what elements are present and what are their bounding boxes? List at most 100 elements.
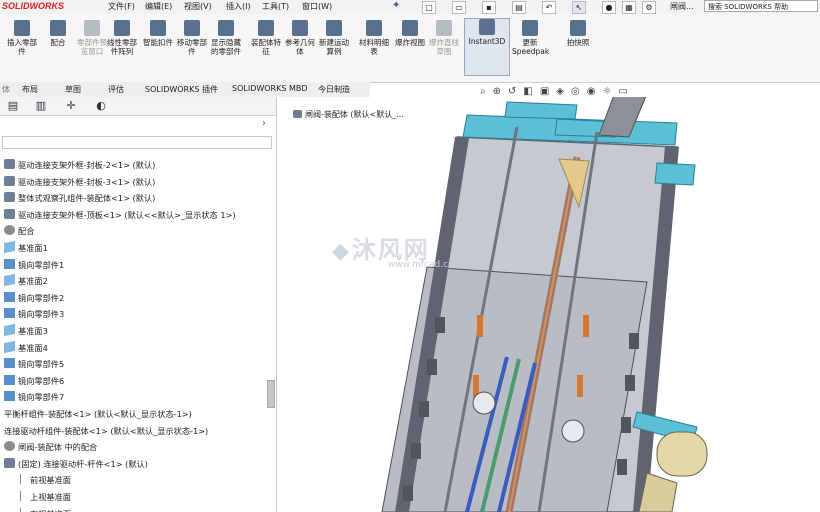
ribbon-button-13[interactable]: Instant3D (464, 18, 510, 76)
tab-layout[interactable]: 布局 (22, 84, 38, 95)
display-style-icon[interactable]: ◈ (556, 86, 564, 97)
ribbon-button-5[interactable]: 移动零部件 (174, 20, 210, 56)
tree-item[interactable]: 镜向零部件2 (4, 290, 64, 306)
tree-item[interactable]: (固定) 连接驱动杆-杆件<1> (默认) (4, 456, 148, 472)
ribbon-button-14[interactable]: 更新Speedpak (512, 20, 549, 56)
tree-item-label: 镜向零部件5 (18, 359, 65, 370)
ribbon-button-0[interactable]: 插入零部件 (4, 20, 40, 56)
ribbon-button-label: 拍快照 (566, 38, 590, 47)
tree-item[interactable]: 基准面1 (4, 240, 48, 256)
menu-insert[interactable]: 插入(I) (226, 1, 251, 12)
command-manager: 插入零部件 配合 零部件预览窗口 线性零部件阵列 智能扣件 移动零部件 显示隐藏的零部件 装配… (0, 14, 820, 83)
configuration-manager-icon[interactable]: ✛ (64, 99, 78, 113)
ribbon-button-11[interactable]: 爆炸视图 (392, 20, 428, 47)
graphics-breadcrumb[interactable]: 闸阀-装配体 (默认<默认_... (293, 109, 404, 120)
tree-scrollbar[interactable] (266, 212, 276, 512)
new-document-icon[interactable]: □ (422, 1, 436, 14)
tree-item[interactable]: 配合 (4, 223, 34, 239)
ribbon-button-9[interactable]: 新建运动算例 (316, 20, 352, 56)
ribbon-button-6[interactable]: 显示隐藏的零部件 (208, 20, 244, 56)
display-manager-icon[interactable]: ◐ (94, 99, 108, 113)
ribbon-button-3[interactable]: 线性零部件阵列 (104, 20, 140, 56)
ribbon-button-12[interactable]: 爆炸直线草图 (426, 20, 462, 56)
scrollbar-thumb[interactable] (267, 380, 275, 408)
heads-up-toolbar: ⌕ ⊕ ↺ ◧ ▣ ◈ ◎ ◉ ☼ ▭ (480, 86, 635, 100)
ribbon-button-label: 线性零部件阵列 (107, 38, 137, 56)
tree-item[interactable]: 上视基准面 (20, 489, 71, 505)
help-search-input[interactable]: 搜索 SOLIDWORKS 帮助 (704, 0, 818, 12)
appearance-icon[interactable]: ◉ (587, 86, 596, 97)
ribbon-command-icon (184, 20, 200, 36)
options-gear-icon[interactable]: ⚙ (642, 1, 656, 14)
tree-item-label: 基准面3 (18, 326, 48, 336)
observation-hole-right (561, 419, 585, 443)
view-orientation-icon[interactable]: ▣ (540, 86, 549, 97)
file-properties-icon[interactable]: ▦ (622, 1, 636, 14)
tree-item[interactable]: 基准面2 (4, 273, 48, 289)
ribbon-button-1[interactable]: 配合 (40, 20, 76, 47)
undo-icon[interactable]: ↶ (542, 1, 556, 14)
ribbon-button-15[interactable]: 拍快照 (560, 20, 596, 47)
tab-evaluate[interactable]: 评估 (108, 84, 124, 95)
tab-mbd[interactable]: SOLIDWORKS MBD (232, 84, 308, 93)
ribbon-command-icon (50, 20, 66, 36)
tree-item[interactable]: 平衡杆组件-装配体<1> (默认<默认_显示状态-1>) (4, 406, 192, 422)
tree-item[interactable]: 驱动连接支架外框-封板-3<1> (默认) (4, 174, 155, 190)
select-pointer-icon[interactable]: ↖ (572, 1, 586, 14)
tree-item[interactable]: 镜向零部件6 (4, 373, 64, 389)
tree-item-label: 闸阀-装配体 中的配合 (18, 442, 98, 453)
tree-item-label: 基准面4 (18, 342, 48, 353)
tree-item[interactable]: 镜向零部件1 (4, 257, 64, 273)
view-settings-icon[interactable]: ▭ (618, 86, 627, 97)
tree-filter-input[interactable] (2, 136, 272, 149)
save-icon[interactable]: ▪ (482, 1, 496, 14)
menu-edit[interactable]: 编辑(E) (145, 1, 172, 12)
zoom-to-fit-icon[interactable]: ⌕ (480, 86, 486, 97)
ribbon-button-label: 配合 (50, 38, 66, 47)
reference-plane-icon (20, 507, 27, 512)
reference-plane-icon (20, 474, 27, 485)
section-view-icon[interactable]: ◧ (523, 86, 532, 97)
tab-today-manufacturing[interactable]: 今日制造 (318, 84, 350, 95)
tree-item[interactable]: 整体式观察孔组件-装配体<1> (默认) (4, 190, 155, 206)
mirror-component-icon (4, 291, 15, 302)
property-manager-icon[interactable]: ▥ (34, 99, 48, 113)
graphics-area[interactable]: 闸阀-装配体 (默认<默认_... ⌕ ⊕ ↺ ◧ ▣ ◈ ◎ ◉ ☼ ▭ ◆ 沐风网 www.m… (277, 86, 820, 512)
pin-icon[interactable]: ✦ (392, 0, 400, 11)
feature-manager-icon[interactable]: ▤ (6, 99, 20, 113)
tree-item[interactable]: 基准面4 (4, 340, 48, 356)
print-icon[interactable]: ▤ (512, 1, 526, 14)
menu-window[interactable]: 窗口(W) (302, 1, 332, 12)
tree-item[interactable]: 镜向零部件5 (4, 356, 64, 372)
zoom-area-icon[interactable]: ⊕ (493, 86, 501, 97)
tree-item[interactable]: 右视基准面 (20, 506, 71, 512)
tree-item[interactable]: 闸阀-装配体 中的配合 (4, 439, 97, 455)
ribbon-button-10[interactable]: 材料明细表 (356, 20, 392, 56)
menu-tools[interactable]: 工具(T) (262, 1, 289, 12)
mirror-component-icon (4, 258, 15, 269)
previous-view-icon[interactable]: ↺ (508, 86, 516, 97)
tree-item[interactable]: 镜向零部件3 (4, 306, 64, 322)
watermark-logo-icon: ◆ (332, 239, 349, 264)
plane-icon (4, 340, 15, 353)
panel-expand-arrow-icon[interactable]: › (262, 118, 266, 129)
ribbon-button-4[interactable]: 智能扣件 (140, 20, 176, 47)
ribbon-command-icon (258, 20, 274, 36)
open-document-icon[interactable]: ▭ (452, 1, 466, 14)
tree-item[interactable]: 驱动连接支架外框-顶板<1> (默认<<默认>_显示状态 1>) (4, 207, 236, 223)
tree-item[interactable]: 基准面3 (4, 323, 48, 339)
tab-sketch[interactable]: 草图 (65, 84, 81, 95)
tab-addins[interactable]: SOLIDWORKS 插件 (145, 84, 218, 95)
menu-view[interactable]: 视图(V) (184, 1, 212, 12)
ribbon-button-7[interactable]: 装配体特征 (248, 20, 284, 56)
scene-icon[interactable]: ☼ (602, 86, 611, 97)
component-icon (4, 208, 15, 219)
menu-file[interactable]: 文件(F) (108, 1, 135, 12)
tree-item[interactable]: 前视基准面 (20, 472, 71, 488)
tree-item[interactable]: 连接驱动杆组件-装配体<1> (默认<默认_显示状态-1>) (4, 423, 208, 439)
tree-item[interactable]: 驱动连接支架外框-封板-2<1> (默认) (4, 157, 155, 173)
ribbon-button-8[interactable]: 参考几何体 (282, 20, 318, 56)
rebuild-icon[interactable]: ● (602, 1, 616, 14)
hide-show-icon[interactable]: ◎ (571, 86, 580, 97)
tree-item[interactable]: 镜向零部件7 (4, 389, 64, 405)
